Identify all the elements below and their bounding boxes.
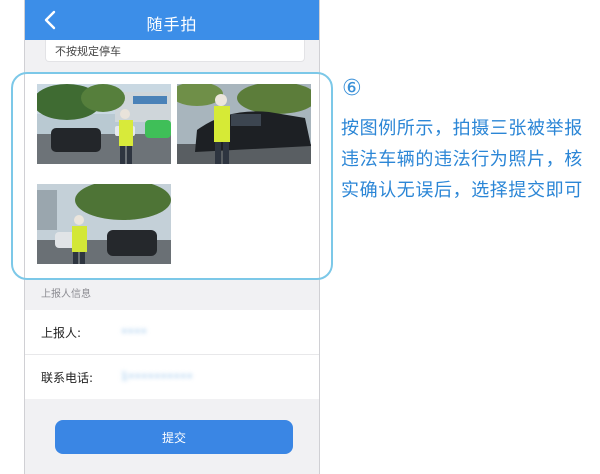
reporter-phone-label: 联系电话:: [41, 371, 94, 385]
step-number: ⑥: [342, 76, 362, 101]
reporter-name-value[interactable]: ••••: [121, 325, 147, 338]
description-value: 不按规定停车: [55, 45, 121, 58]
page-title: 随手拍: [146, 15, 198, 34]
reporter-name-row: 上报人: ••••: [25, 310, 319, 354]
reporter-section-title: 上报人信息: [41, 289, 91, 300]
step-instruction: 按图例所示，拍摄三张被举报违法车辆的违法行为照片，核实确认无误后，选择提交即可: [341, 118, 583, 201]
reporter-phone-row: 联系电话: 1••••••••••: [25, 355, 319, 399]
reporter-name-label: 上报人:: [41, 326, 82, 340]
photo-highlight-frame: [11, 72, 333, 280]
reporter-phone-value[interactable]: 1••••••••••: [121, 370, 193, 383]
nav-bar: 随手拍: [25, 0, 319, 40]
submit-button[interactable]: 提交: [55, 420, 293, 454]
